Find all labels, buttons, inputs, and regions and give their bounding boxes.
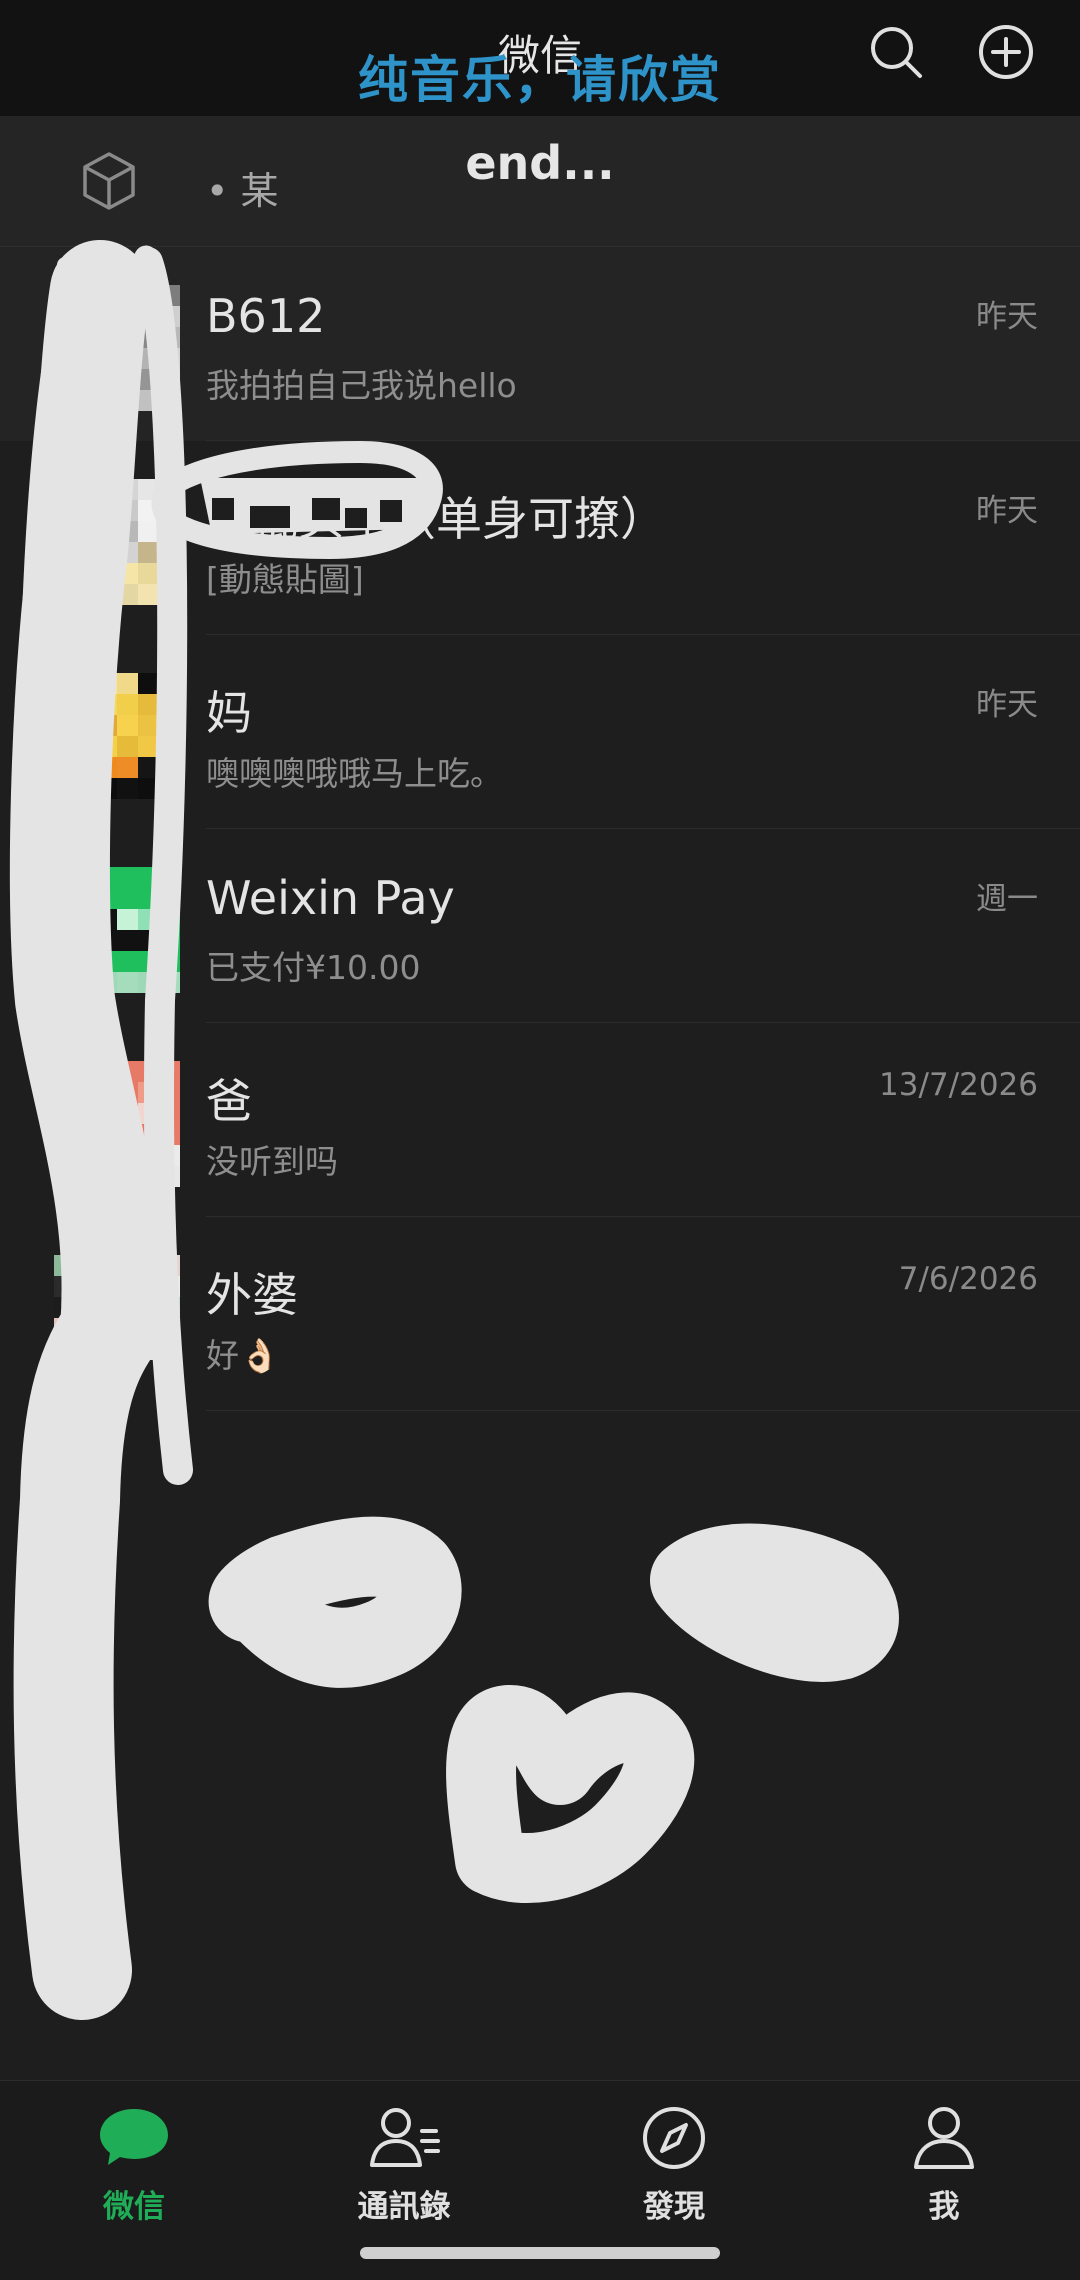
avatar[interactable] <box>54 1061 180 1187</box>
chat-preview: 我拍拍自己我说hello <box>206 366 517 405</box>
tab-label: 我 <box>928 2189 960 2225</box>
divider <box>206 1410 1080 1411</box>
chat-time: 昨天 <box>976 299 1038 335</box>
chat-row[interactable]: 恶棍头子（单身可撩） [動態貼圖] 昨天 <box>0 441 1080 635</box>
tab-chats[interactable]: 微信 <box>34 2103 234 2226</box>
avatar[interactable] <box>54 1255 180 1381</box>
chat-preview: 好👌🏻 <box>206 1336 281 1375</box>
compass-icon <box>643 2107 705 2169</box>
avatar[interactable] <box>54 867 180 993</box>
tab-label: 通訊錄 <box>357 2189 451 2225</box>
plus-circle-icon[interactable] <box>978 24 1034 80</box>
chat-time: 昨天 <box>976 493 1038 529</box>
chat-row[interactable]: 爸 没听到吗 13/7/2026 <box>0 1023 1080 1217</box>
chat-name: 外婆 <box>206 1268 298 1322</box>
chat-preview: 噢噢噢哦哦马上吃。 <box>206 754 503 793</box>
chat-row[interactable]: Weixin Pay 已支付¥10.00 週一 <box>0 829 1080 1023</box>
tab-label: 微信 <box>103 2189 165 2225</box>
chat-row[interactable]: 妈 噢噢噢哦哦马上吃。 昨天 <box>0 635 1080 829</box>
chat-name: 妈 <box>206 686 252 740</box>
chat-name: 爸 <box>206 1074 252 1128</box>
chat-row[interactable]: 外婆 好👌🏻 7/6/2026 <box>0 1217 1080 1411</box>
chat-time: 昨天 <box>976 687 1038 723</box>
chat-row[interactable]: B612 我拍拍自己我说hello 昨天 <box>0 247 1080 441</box>
avatar[interactable] <box>54 673 180 799</box>
tab-me[interactable]: 我 <box>844 2103 1044 2226</box>
chat-time: 週一 <box>976 881 1038 917</box>
chat-name: B612 <box>206 289 326 343</box>
avatar[interactable] <box>54 285 180 411</box>
contacts-icon <box>370 2108 440 2167</box>
chat-preview: [動態貼圖] <box>206 560 364 599</box>
search-icon[interactable] <box>868 24 924 80</box>
overlay-end-text: end... <box>465 136 615 190</box>
chat-preview: 已支付¥10.00 <box>206 948 421 987</box>
home-indicator[interactable] <box>360 2247 720 2259</box>
tab-contacts[interactable]: 通訊錄 <box>304 2103 504 2226</box>
chat-name: 恶棍头子（单身可撩） <box>206 492 666 546</box>
chat-preview: 没听到吗 <box>206 1142 338 1181</box>
tab-discover[interactable]: 發現 <box>574 2103 774 2226</box>
avatar[interactable] <box>54 479 180 605</box>
chat-time: 13/7/2026 <box>879 1067 1038 1103</box>
chat-bubble-icon <box>100 2109 168 2165</box>
person-icon <box>914 2107 974 2169</box>
chat-name: Weixin Pay <box>206 871 455 925</box>
mini-program-bar[interactable]: • 某 end... <box>0 116 1080 247</box>
chat-time: 7/6/2026 <box>898 1261 1038 1297</box>
tab-label: 發現 <box>643 2189 705 2225</box>
top-bar: 微信 纯音乐，请欣赏 <box>0 0 1080 116</box>
